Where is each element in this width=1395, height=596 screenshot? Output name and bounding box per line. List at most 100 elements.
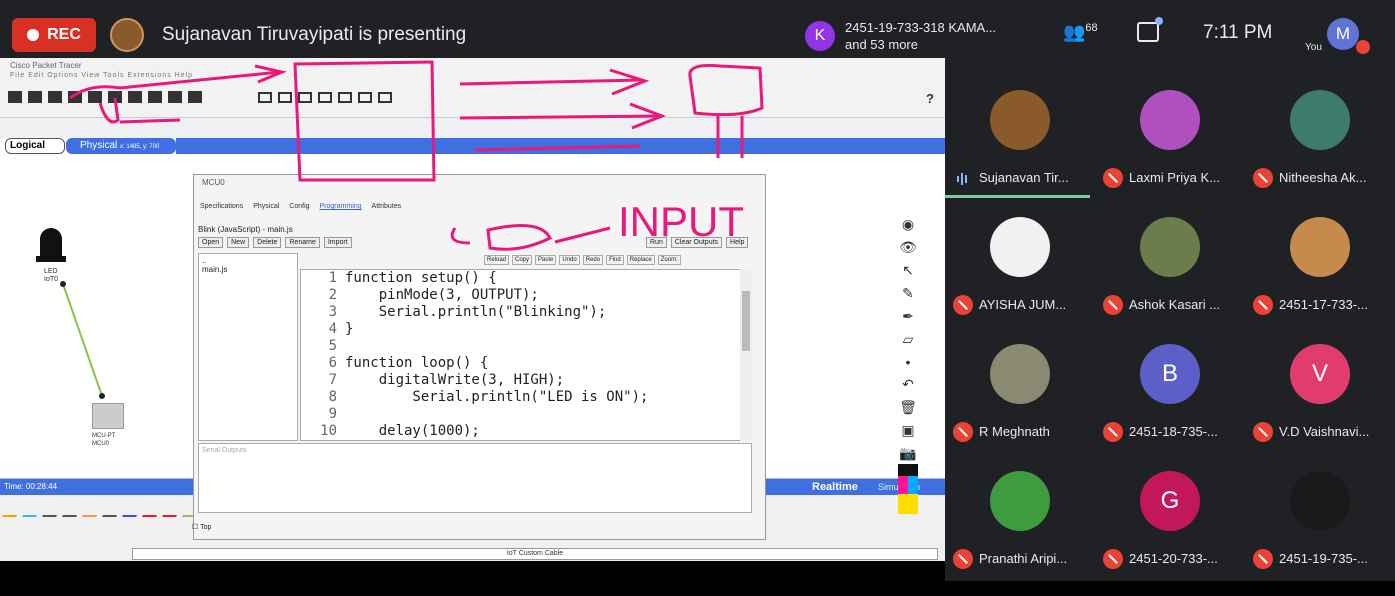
reload-button[interactable]: Reload (484, 255, 510, 265)
new-icon[interactable] (8, 91, 22, 103)
wizard-icon[interactable] (88, 91, 102, 103)
code-editor[interactable]: 1 function setup() { 2 pinMode(3, OUTPUT)… (300, 269, 752, 441)
participant-tile[interactable]: G 2451-20-733-... (1095, 451, 1245, 596)
viewport-icon[interactable] (358, 92, 372, 103)
eye-icon[interactable]: 👁 (899, 239, 917, 256)
pt-view-icons[interactable] (258, 92, 392, 103)
drawing-palette-icon[interactable] (318, 92, 332, 103)
participant-tile[interactable]: Pranathi Aripi... (945, 451, 1095, 596)
network-info-icon[interactable] (108, 91, 122, 103)
top-checkbox[interactable]: ☐ Top (192, 523, 211, 531)
trash-icon[interactable]: 🗑 (899, 399, 917, 416)
participant-tile[interactable]: V V.D Vaishnavi... (1245, 324, 1395, 469)
pen-icon[interactable]: ✒ (902, 308, 914, 325)
serial-output[interactable]: Serial Outputs (198, 443, 752, 513)
color-swatch-icon[interactable] (898, 464, 918, 514)
camera-icon[interactable]: 📷 (899, 445, 916, 462)
custom-device-icon[interactable] (338, 92, 352, 103)
participant-tile[interactable]: R Meghnath (945, 324, 1095, 469)
participant-tile[interactable]: Sujanavan Tir... (945, 70, 1095, 215)
participant-name: Sujanavan Tir... (979, 170, 1069, 185)
tab-specifications[interactable]: Specifications (200, 203, 243, 210)
highlighter-icon[interactable]: ✎ (902, 285, 914, 302)
redo-button[interactable]: Redo (582, 255, 604, 265)
cable-icon[interactable] (101, 503, 125, 517)
picture-icon[interactable] (378, 92, 392, 103)
help-icon[interactable]: ? (926, 91, 934, 106)
cable-icon[interactable] (81, 503, 105, 517)
code-text: Serial.println("LED is ON"); (345, 389, 649, 405)
participant-tile[interactable]: 2451-19-735-... (1245, 451, 1395, 596)
self-avatar[interactable]: M (1327, 18, 1359, 50)
undo-icon[interactable] (168, 91, 182, 103)
eraser-icon[interactable]: ▱ (903, 331, 914, 348)
participant-tile[interactable]: B 2451-18-735-... (1095, 324, 1245, 469)
cable-icon[interactable] (61, 503, 85, 517)
clear-outputs-button[interactable]: Clear Outputs (670, 237, 723, 248)
mcu-device-icon[interactable] (92, 403, 124, 429)
scroll-thumb[interactable] (742, 291, 750, 351)
cable-icon[interactable] (141, 503, 165, 517)
cable-icon[interactable] (41, 503, 65, 517)
code-scrollbar[interactable] (740, 269, 752, 441)
new-button[interactable]: New (227, 237, 250, 248)
replace-button[interactable]: Replace (626, 255, 655, 265)
zoom-out-icon[interactable] (298, 92, 312, 103)
paste-icon[interactable] (148, 91, 162, 103)
copy-button[interactable]: Copy (512, 255, 533, 265)
tab-physical[interactable]: Physical (253, 203, 279, 210)
print-icon[interactable] (68, 91, 82, 103)
mic-off-icon (953, 549, 973, 569)
undo-ink-icon[interactable]: ↶ (902, 376, 914, 393)
participant-tile[interactable]: Laxmi Priya K... (1095, 70, 1245, 215)
led-device-icon[interactable] (40, 228, 62, 256)
line-number: 10 (320, 423, 337, 439)
tab-attributes[interactable]: Attributes (372, 203, 402, 210)
pointer-icon[interactable]: ↖ (902, 262, 914, 279)
participant-grid: Sujanavan Tir... Laxmi Priya K... Nitheesh… (945, 70, 1395, 581)
join-avatar: K (805, 21, 835, 51)
participant-tile[interactable]: Ashok Kasari ... (1095, 197, 1245, 342)
cable-icon[interactable] (121, 503, 145, 517)
open-icon[interactable] (28, 91, 42, 103)
run-button[interactable]: Run (646, 237, 667, 248)
join-notification[interactable]: K 2451-19-733-318 KAMA... and 53 more (805, 10, 1010, 62)
pt-menu-bar[interactable]: File Edit Options View Tools Extensions … (10, 72, 193, 79)
find-button[interactable]: Find (606, 255, 624, 265)
copy-icon[interactable] (128, 91, 142, 103)
tab-logical[interactable]: Logical (5, 138, 65, 154)
pt-toolbar-icons[interactable] (8, 91, 202, 103)
list-item[interactable]: main.js (202, 265, 294, 274)
realtime-mode[interactable]: Realtime (812, 479, 858, 495)
participant-tile[interactable]: 2451-17-733-... (1245, 197, 1395, 342)
participant-tile[interactable]: Nitheesha Ak... (1245, 70, 1395, 215)
redo-icon[interactable] (188, 91, 202, 103)
pen-logo-icon[interactable]: ◉ (902, 216, 914, 233)
dot-icon[interactable]: • (906, 354, 911, 370)
participant-tile[interactable]: AYISHA JUM... (945, 197, 1095, 342)
cable-icon[interactable] (161, 503, 185, 517)
paste-button[interactable]: Paste (535, 255, 557, 265)
chat-icon[interactable] (1137, 17, 1163, 42)
undo-button[interactable]: Undo (559, 255, 580, 265)
help-button[interactable]: Help (726, 237, 749, 248)
participant-avatar: V (1290, 344, 1350, 404)
file-list[interactable]: .. main.js (198, 253, 298, 441)
zoom-reset-icon[interactable] (278, 92, 292, 103)
list-item[interactable]: .. (202, 256, 294, 265)
rename-button[interactable]: Rename (285, 237, 320, 248)
import-button[interactable]: Import (323, 237, 352, 248)
tab-physical[interactable]: Physical x: 1485, y: 700 (66, 138, 176, 154)
status-time: Time: 00:28:44 (4, 482, 58, 491)
code-text: function loop() { (345, 355, 489, 371)
tab-programming[interactable]: Programming (320, 203, 362, 210)
participants-button[interactable]: 👥68 (1063, 22, 1098, 43)
save-icon[interactable] (48, 91, 62, 103)
cable-icon[interactable] (1, 503, 25, 517)
delete-button[interactable]: Delete (253, 237, 282, 248)
whiteboard-icon[interactable]: ▣ (901, 422, 914, 439)
zoom-in-icon[interactable] (258, 92, 272, 103)
cable-icon[interactable] (21, 503, 45, 517)
open-button[interactable]: Open (198, 237, 224, 248)
tab-config[interactable]: Config (289, 203, 309, 210)
